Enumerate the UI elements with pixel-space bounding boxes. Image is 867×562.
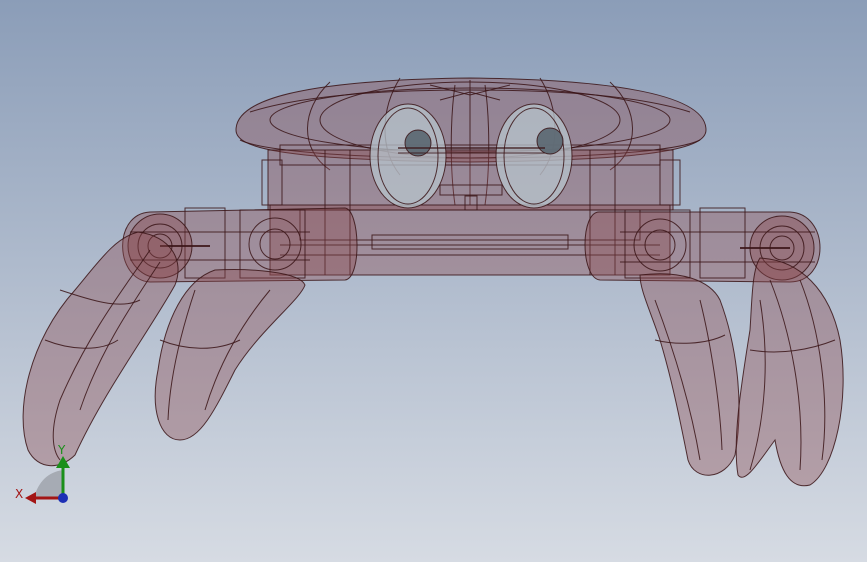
model-canvas[interactable]: X Y [0, 0, 867, 562]
graphics-viewport[interactable]: X Y [0, 0, 867, 562]
triad-y-label: Y [57, 443, 66, 457]
triad-x-label: X [15, 487, 23, 501]
eye-left [369, 103, 447, 209]
pupil-left [404, 129, 432, 157]
eye-right [495, 103, 573, 209]
pupil-right [536, 127, 564, 155]
triad-z-axis [58, 493, 68, 503]
